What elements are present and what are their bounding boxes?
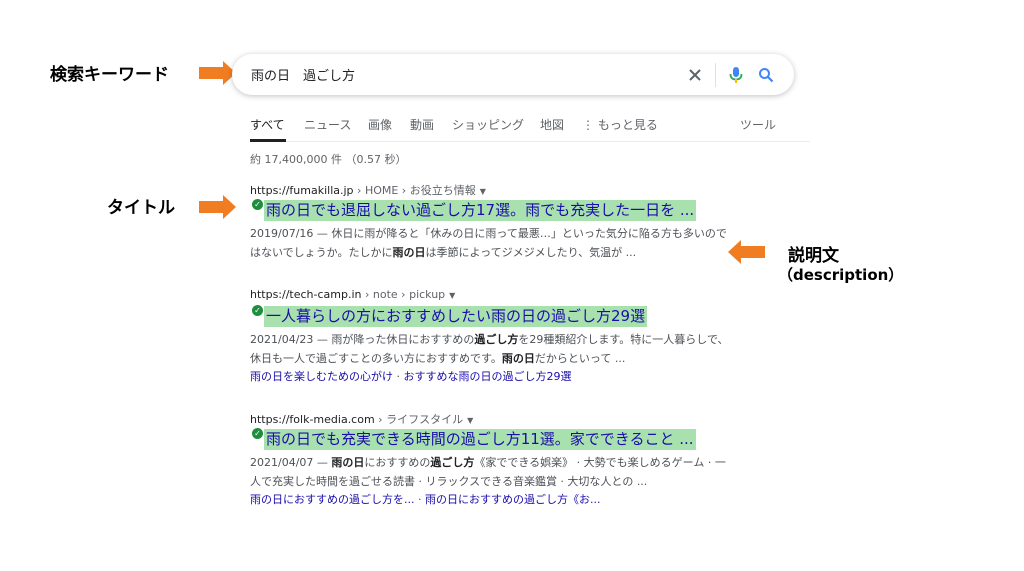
- divider: [715, 62, 716, 87]
- snippet-line: 2021/04/23 — 雨が降った休日におすすめの過ごし方を29種類紹介します…: [250, 330, 735, 349]
- check-icon: ✓: [252, 305, 263, 316]
- result-site: https://fumakilla.jp: [250, 184, 354, 197]
- arrow-right-icon: [199, 195, 236, 219]
- result-url[interactable]: https://folk-media.com › ライフスタイル ▼: [250, 411, 740, 426]
- result-title[interactable]: 雨の日でも充実できる時間の過ごし方11選。家でできること ...: [264, 429, 696, 450]
- tab-all[interactable]: すべて: [250, 116, 285, 133]
- result-title[interactable]: 一人暮らしの方におすすめしたい雨の日の過ごし方29選: [264, 306, 648, 327]
- active-tab-indicator: [250, 139, 286, 142]
- sitelink[interactable]: 雨の日におすすめの過ごし方《お...: [425, 493, 601, 506]
- snippet-text: 休日も一人で過ごすことの多い方におすすめです。: [250, 352, 502, 365]
- result-url[interactable]: https://fumakilla.jp › HOME › お役立ち情報 ▼: [250, 182, 740, 197]
- sitelinks: 雨の日を楽しむための心がけ · おすすめな雨の日の過ごし方29選: [250, 369, 740, 385]
- result-title[interactable]: 雨の日でも退屈しない過ごし方17選。雨でも充実した一日を ...: [264, 200, 697, 221]
- sitelinks: 雨の日におすすめの過ごし方を... · 雨の日におすすめの過ごし方《お...: [250, 492, 740, 508]
- tab-images[interactable]: 画像: [368, 116, 392, 133]
- tab-shopping[interactable]: ショッピング: [452, 116, 524, 133]
- caret-down-icon[interactable]: ▼: [449, 291, 455, 300]
- search-result: https://tech-camp.in › note › pickup ▼ ✓ …: [250, 288, 740, 385]
- sitelink[interactable]: おすすめな雨の日の過ごし方29選: [404, 370, 572, 383]
- tab-more[interactable]: ⋮ もっと見る: [582, 116, 658, 133]
- snippet-text: を29種類紹介します。特に一人暮らしで、: [518, 333, 729, 346]
- search-box[interactable]: 雨の日 過ごし方: [232, 54, 794, 95]
- result-site: https://tech-camp.in: [250, 288, 362, 301]
- tab-videos[interactable]: 動画: [410, 116, 434, 133]
- search-result: https://folk-media.com › ライフスタイル ▼ ✓ 雨の日で…: [250, 411, 740, 508]
- snippet-text: は季節によってジメジメしたり、気温が ...: [425, 246, 637, 259]
- annotation-title-label: タイトル: [107, 198, 175, 218]
- result-path: › note › pickup: [361, 288, 446, 301]
- sitelink-separator: ·: [414, 493, 425, 506]
- snippet-highlight: 雨の日: [501, 352, 535, 365]
- result-stats: 約 17,400,000 件 （0.57 秒）: [250, 153, 407, 166]
- result-url[interactable]: https://tech-camp.in › note › pickup ▼: [250, 288, 740, 302]
- snippet-highlight: 過ごし方: [430, 456, 475, 469]
- snippet-highlight: 雨の日: [331, 456, 365, 469]
- tab-maps[interactable]: 地図: [540, 116, 564, 133]
- search-result: https://fumakilla.jp › HOME › お役立ち情報 ▼ ✓ …: [250, 182, 740, 262]
- snippet-highlight: 雨の日: [392, 246, 426, 259]
- search-tabs: すべて ニュース 画像 動画 ショッピング 地図 ⋮ もっと見る ツール: [250, 112, 810, 142]
- caret-down-icon[interactable]: ▼: [467, 416, 473, 425]
- annotation-keyword-label: 検索キーワード: [50, 65, 169, 85]
- snippet-text: はないでしょうか。たしかに: [250, 246, 393, 259]
- snippet-line: 2021/04/07 — 雨の日におすすめの過ごし方《家でできる娯楽》 · 大勢…: [250, 453, 735, 472]
- snippet-line: 2019/07/16 — 休日に雨が降ると「休みの日に雨って最悪…」といった気分…: [250, 227, 727, 240]
- sitelink[interactable]: 雨の日におすすめの過ごし方を...: [250, 493, 415, 506]
- snippet-line: はないでしょうか。たしかに雨の日は季節によってジメジメしたり、気温が ...: [250, 243, 735, 262]
- snippet-text: だからといって ...: [534, 352, 626, 365]
- sitelink[interactable]: 雨の日を楽しむための心がけ: [250, 370, 393, 383]
- arrow-right-icon: [199, 61, 236, 85]
- check-icon: ✓: [252, 428, 263, 439]
- tab-tools[interactable]: ツール: [740, 116, 776, 133]
- search-input[interactable]: 雨の日 過ごし方: [251, 65, 681, 84]
- tab-news[interactable]: ニュース: [304, 116, 351, 133]
- snippet-text: 《家でできる娯楽》 · 大勢でも楽しめるゲーム · 一: [474, 456, 726, 469]
- result-site: https://folk-media.com: [250, 413, 375, 426]
- check-icon: ✓: [252, 199, 263, 210]
- search-icon[interactable]: [752, 61, 780, 89]
- annotation-description-sub: （description）: [778, 266, 904, 284]
- close-icon[interactable]: [681, 61, 709, 89]
- snippet-text: 2021/04/23 — 雨が降った休日におすすめの: [250, 333, 475, 346]
- result-snippet: 2019/07/16 — 休日に雨が降ると「休みの日に雨って最悪…」といった気分…: [250, 224, 735, 262]
- result-snippet: 2021/04/07 — 雨の日におすすめの過ごし方《家でできる娯楽》 · 大勢…: [250, 453, 735, 491]
- snippet-text: 2021/04/07 —: [250, 456, 332, 469]
- caret-down-icon[interactable]: ▼: [480, 187, 486, 196]
- snippet-line: 人で充実した時間を過ごせる読書 · リラックスできる音楽鑑賞 · 大切な人との …: [250, 475, 648, 488]
- result-snippet: 2021/04/23 — 雨が降った休日におすすめの過ごし方を29種類紹介します…: [250, 330, 735, 368]
- sitelink-separator: ·: [393, 370, 404, 383]
- result-path: › ライフスタイル: [374, 413, 464, 426]
- mic-icon[interactable]: [722, 61, 750, 89]
- snippet-highlight: 過ごし方: [474, 333, 519, 346]
- annotation-description-label: 説明文: [788, 246, 839, 266]
- snippet-line: 休日も一人で過ごすことの多い方におすすめです。雨の日だからといって ...: [250, 349, 735, 368]
- result-path: › HOME › お役立ち情報: [353, 184, 476, 197]
- snippet-text: におすすめの: [364, 456, 431, 469]
